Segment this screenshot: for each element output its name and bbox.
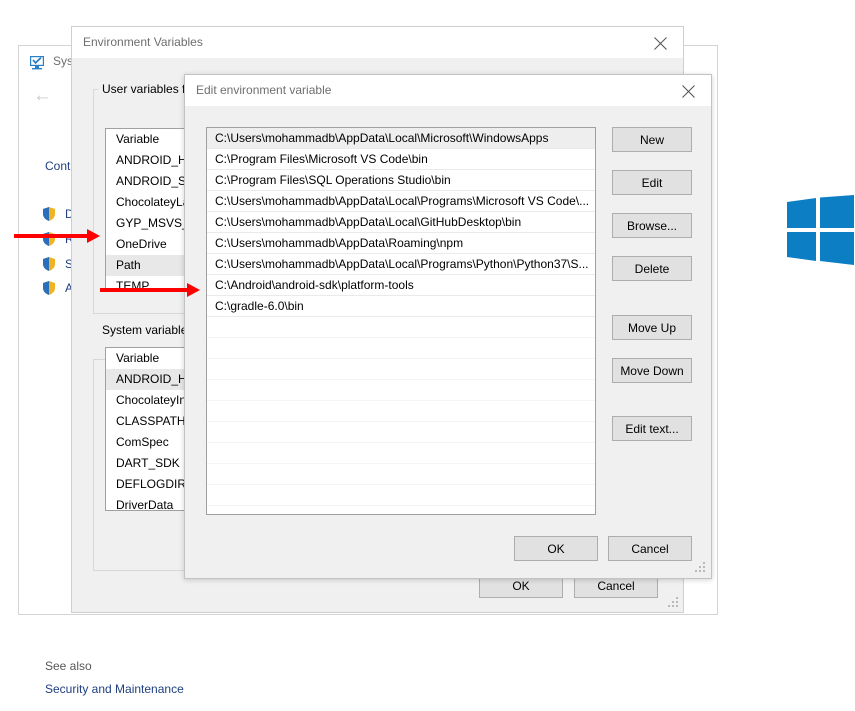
path-list-item[interactable]: C:\Users\mohammadb\AppData\Local\Program… [207, 191, 595, 212]
security-and-maintenance-link[interactable]: Security and Maintenance [45, 682, 184, 696]
shield-icon [41, 256, 57, 272]
windows-logo [785, 195, 855, 268]
arrow-pointing-to-path-variable [14, 229, 100, 243]
new-button[interactable]: New [612, 127, 692, 152]
path-list-item[interactable]: C:\Users\mohammadb\AppData\Roaming\npm [207, 233, 595, 254]
path-list-item[interactable]: C:\Program Files\Microsoft VS Code\bin [207, 149, 595, 170]
resize-grip[interactable] [695, 562, 707, 574]
path-list-item[interactable]: C:\gradle-6.0\bin [207, 296, 595, 317]
edit-button[interactable]: Edit [612, 170, 692, 195]
path-entries-list[interactable]: C:\Users\mohammadb\AppData\Local\Microso… [206, 127, 596, 515]
path-list-item[interactable]: C:\Program Files\SQL Operations Studio\b… [207, 170, 595, 191]
path-list-empty-row[interactable] [207, 380, 595, 401]
edit-environment-variable-dialog: Edit environment variable C:\Users\moham… [184, 74, 712, 579]
path-list-empty-row[interactable] [207, 485, 595, 506]
browse-button[interactable]: Browse... [612, 213, 692, 238]
edit-dialog-title: Edit environment variable [196, 83, 332, 97]
edit-dialog-ok-button[interactable]: OK [514, 536, 598, 561]
edit-dialog-cancel-button[interactable]: Cancel [608, 536, 692, 561]
shield-icon [41, 280, 57, 296]
move-up-button[interactable]: Move Up [612, 315, 692, 340]
move-down-button[interactable]: Move Down [612, 358, 692, 383]
resize-grip[interactable] [668, 597, 680, 609]
env-window-title: Environment Variables [83, 35, 203, 49]
path-list-empty-row[interactable] [207, 338, 595, 359]
path-list-item[interactable]: C:\Android\android-sdk\platform-tools [207, 275, 595, 296]
env-window-titlebar: Environment Variables [72, 27, 683, 58]
shield-icon [41, 206, 57, 222]
system-monitor-icon [29, 54, 45, 70]
system-variables-label: System variables [98, 323, 198, 337]
see-also-label: See also [45, 659, 92, 673]
edit-text-button[interactable]: Edit text... [612, 416, 692, 441]
edit-dialog-titlebar: Edit environment variable [185, 75, 711, 106]
close-icon[interactable] [638, 27, 683, 58]
path-list-empty-row[interactable] [207, 464, 595, 485]
arrow-pointing-to-gradle-entry [100, 283, 200, 297]
back-arrow-icon[interactable]: ← [33, 86, 52, 105]
path-list-empty-row[interactable] [207, 401, 595, 422]
path-list-item[interactable]: C:\Users\mohammadb\AppData\Local\GitHubD… [207, 212, 595, 233]
path-list-item[interactable]: C:\Users\mohammadb\AppData\Local\Program… [207, 254, 595, 275]
path-list-empty-row[interactable] [207, 359, 595, 380]
path-list-empty-row[interactable] [207, 443, 595, 464]
close-icon[interactable] [666, 75, 711, 106]
path-list-empty-row[interactable] [207, 422, 595, 443]
path-list-empty-row[interactable] [207, 317, 595, 338]
delete-button[interactable]: Delete [612, 256, 692, 281]
path-list-item[interactable]: C:\Users\mohammadb\AppData\Local\Microso… [207, 128, 595, 149]
